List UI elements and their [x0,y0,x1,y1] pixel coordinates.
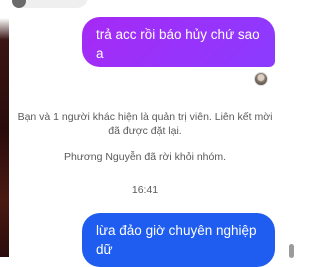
outgoing-message[interactable]: lừa đảo giờ chuyên nghiệp dữ [82,213,275,267]
message-text: trả acc rồi báo hủy chứ sao a [96,27,260,61]
timestamp: 16:41 [131,184,159,196]
background-image-strip [0,0,9,257]
scrollbar-thumb[interactable] [289,244,294,258]
message-text: lừa đảo giờ chuyên nghiệp dữ [96,223,257,257]
member-left-notice: Phương Nguyễn đã rời khỏi nhóm. [63,151,227,163]
outgoing-message[interactable]: trả acc rồi báo hủy chứ sao a [82,17,275,67]
read-receipt-avatar [254,72,268,86]
admin-system-notice: Bạn và 1 người khác hiện là quản trị viê… [17,111,273,137]
